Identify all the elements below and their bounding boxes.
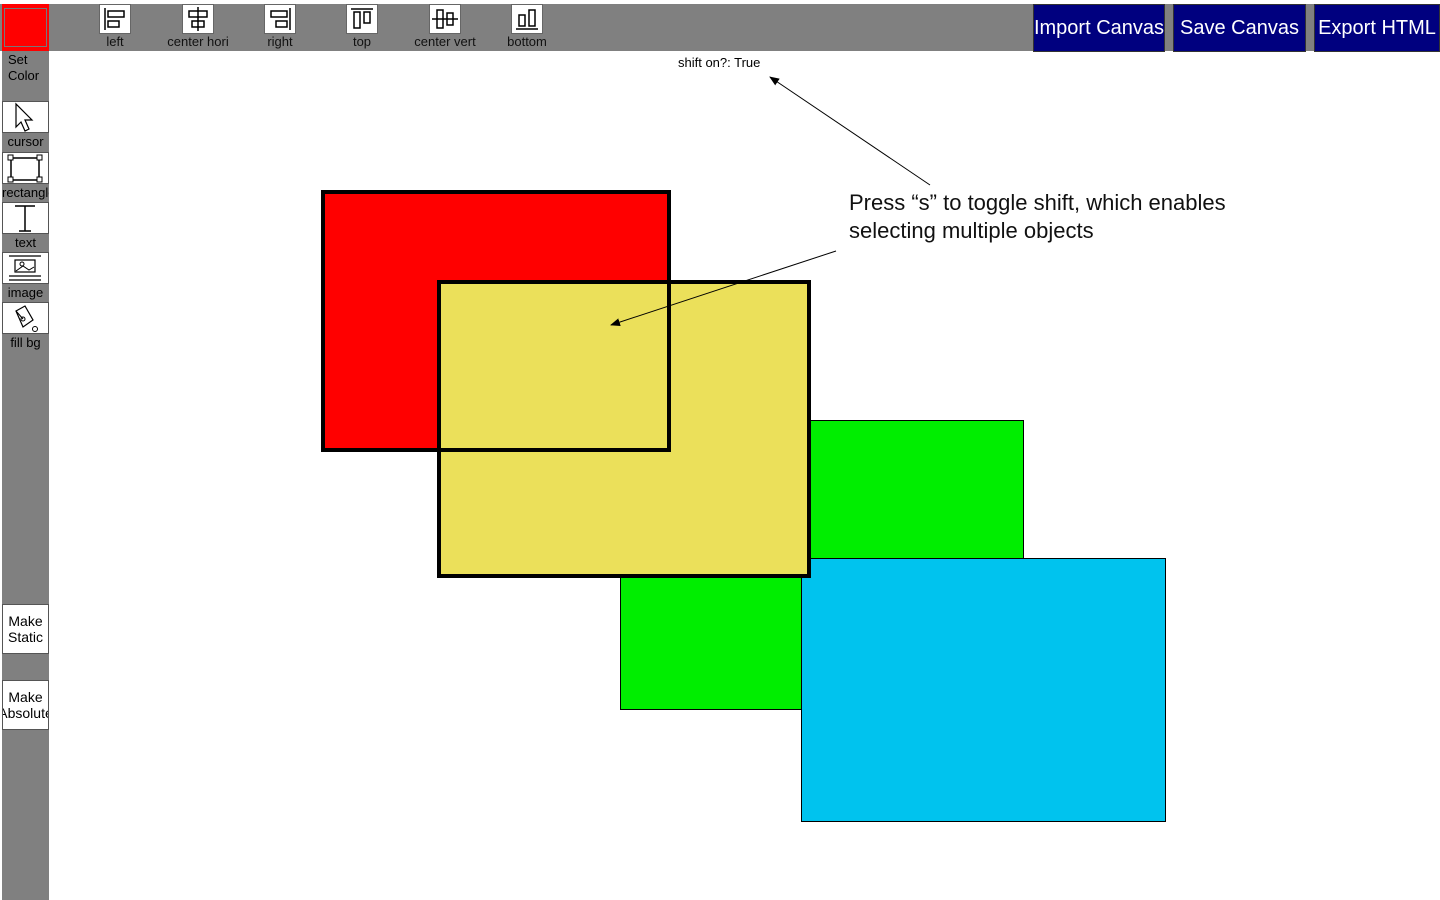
align-center-horizontal-button[interactable]: center hori (163, 4, 233, 50)
tool-rectangle-label: rectangle (2, 185, 49, 200)
align-bottom-label: bottom (507, 34, 547, 49)
tool-image[interactable]: image (2, 252, 49, 302)
tool-text[interactable]: text (2, 202, 49, 252)
align-center-vertical-label: center vert (414, 34, 476, 49)
tool-text-label: text (15, 235, 36, 250)
align-bottom-button[interactable]: bottom (492, 4, 562, 50)
align-right-label: right (267, 34, 293, 49)
save-canvas-button[interactable]: Save Canvas (1173, 4, 1306, 52)
align-left-label: left (106, 34, 124, 49)
arrow-to-shift-status (769, 76, 931, 186)
align-right-button[interactable]: right (245, 4, 315, 50)
color-picker[interactable] (2, 4, 49, 51)
make-static-button[interactable]: Make Static (2, 604, 49, 654)
image-icon (9, 255, 41, 281)
annotation-callout-text: Press “s” to toggle shift, which enables… (849, 190, 1226, 243)
tool-fill-bg-label: fill bg (10, 335, 41, 350)
tool-cursor-label: cursor (7, 134, 44, 149)
align-center-vertical-icon (432, 9, 458, 29)
import-canvas-button[interactable]: Import Canvas (1033, 4, 1165, 52)
align-left-button[interactable]: left (80, 4, 150, 50)
align-top-icon (351, 8, 373, 29)
align-left-icon (104, 8, 125, 30)
cursor-icon (15, 102, 34, 132)
tool-cursor[interactable]: cursor (2, 101, 49, 151)
tool-image-label: image (7, 285, 44, 300)
make-absolute-button[interactable]: Make Absolute (2, 680, 49, 730)
align-top-button[interactable]: top (327, 4, 397, 50)
export-html-button[interactable]: Export HTML (1314, 4, 1440, 52)
set-color-label: Set Color (8, 52, 40, 83)
align-right-icon (270, 8, 291, 30)
align-top-label: top (352, 34, 372, 49)
rectangle-icon (7, 154, 43, 183)
shift-status-text: shift on?: True (678, 55, 761, 70)
text-icon (15, 205, 35, 232)
align-bottom-icon (516, 9, 538, 30)
rectangle-blue[interactable] (801, 558, 1166, 822)
fill-bucket-icon (15, 305, 38, 332)
rectangle-yellow-selected[interactable] (437, 280, 811, 578)
align-center-horizontal-icon (188, 7, 208, 31)
tool-fill-bg[interactable]: fill bg (2, 302, 49, 352)
align-center-horizontal-label: center hori (167, 34, 229, 49)
tool-rectangle[interactable]: rectangle (2, 152, 49, 202)
align-center-vertical-button[interactable]: center vert (410, 4, 480, 50)
